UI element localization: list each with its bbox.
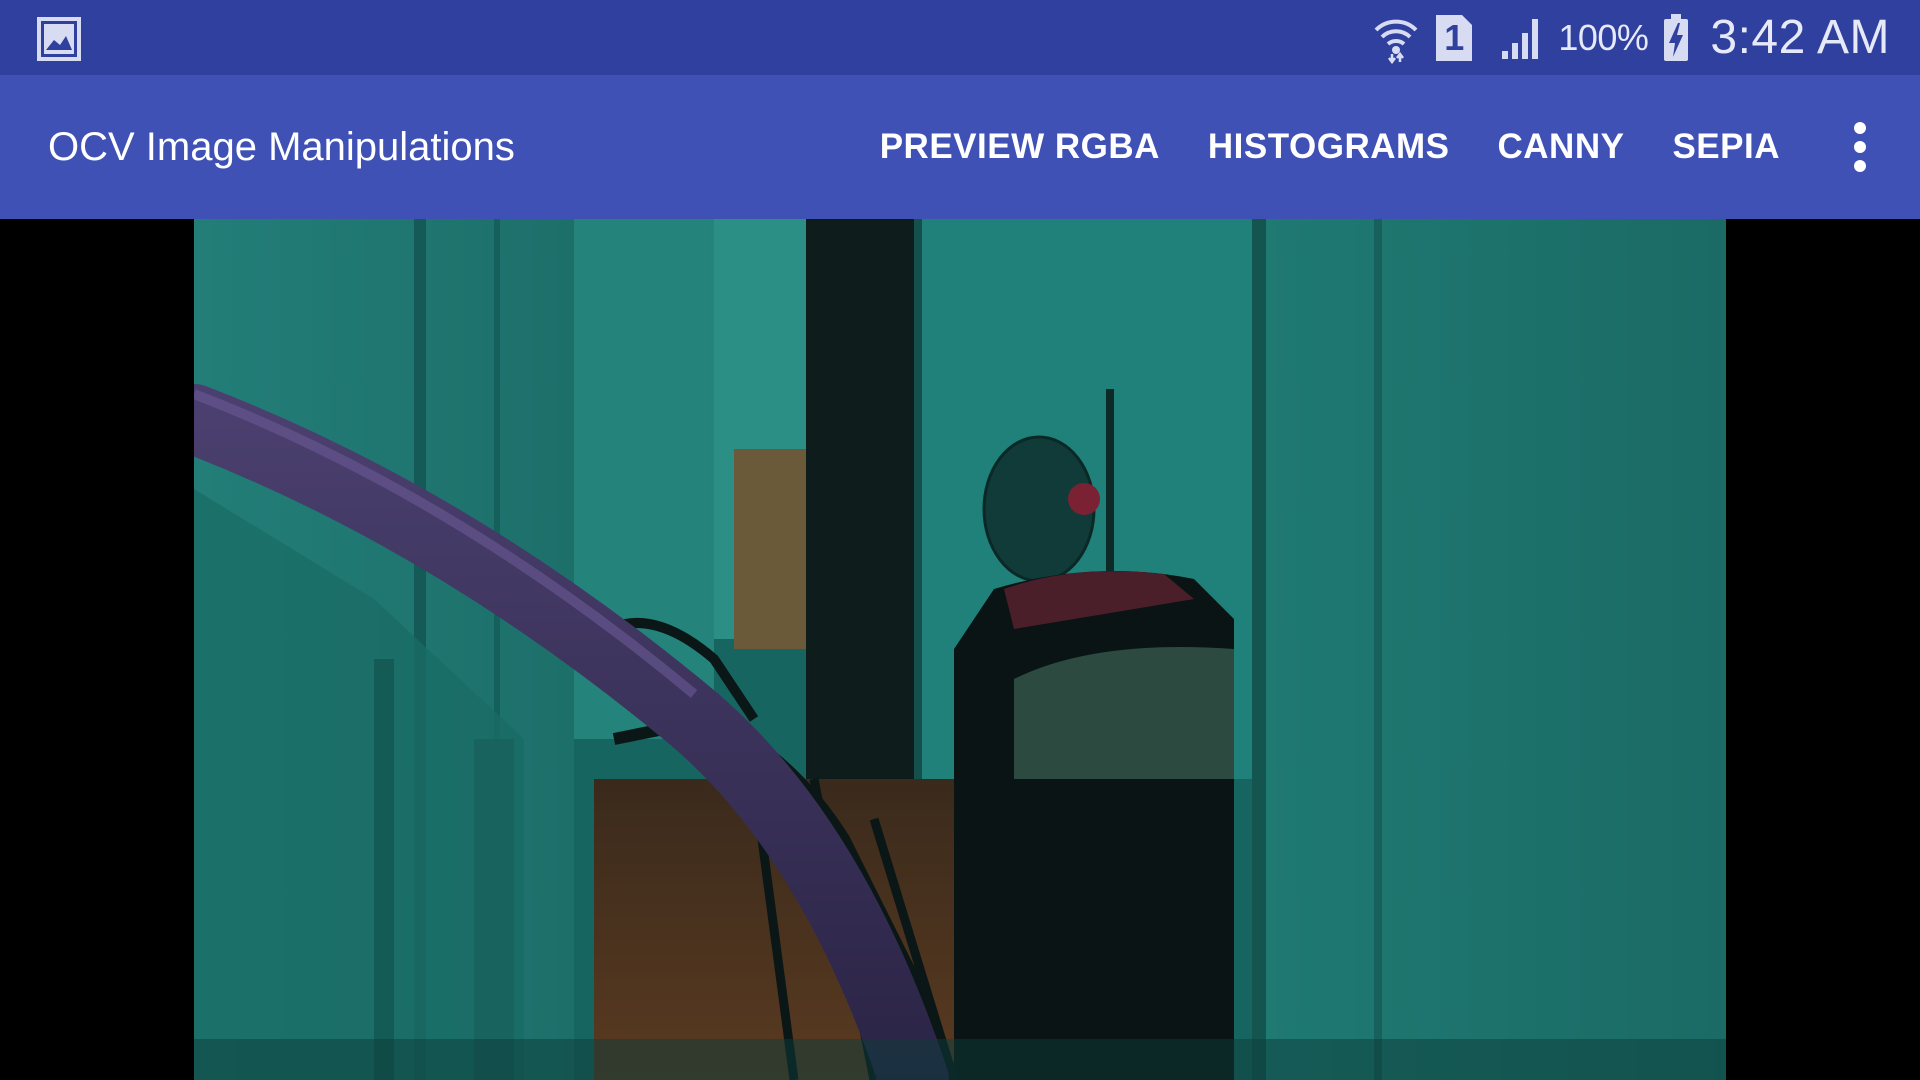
app-bar: OCV Image Manipulations PREVIEW RGBA HIS… bbox=[0, 75, 1920, 219]
camera-preview-area bbox=[0, 219, 1920, 1080]
histograms-button[interactable]: HISTOGRAMS bbox=[1208, 127, 1450, 167]
sim-1-icon: 1 bbox=[1434, 13, 1474, 63]
camera-scene bbox=[194, 219, 1726, 1080]
preview-rgba-button[interactable]: PREVIEW RGBA bbox=[880, 127, 1160, 167]
camera-preview[interactable] bbox=[194, 219, 1726, 1080]
status-bar: 1 100% 3:42 AM bbox=[0, 0, 1920, 75]
more-vert-icon[interactable] bbox=[1832, 119, 1888, 175]
signal-icon bbox=[1500, 15, 1544, 61]
sim-number: 1 bbox=[1444, 16, 1465, 58]
canny-button[interactable]: CANNY bbox=[1498, 127, 1625, 167]
battery-percentage: 100% bbox=[1558, 16, 1649, 58]
action-menu: PREVIEW RGBA HISTOGRAMS CANNY SEPIA bbox=[880, 75, 1780, 219]
gallery-icon bbox=[36, 16, 82, 62]
sepia-button[interactable]: SEPIA bbox=[1672, 127, 1780, 167]
status-icons: 1 100% 3:42 AM bbox=[1372, 0, 1890, 75]
wifi-icon bbox=[1372, 12, 1420, 64]
battery-charging-icon bbox=[1662, 13, 1690, 63]
clock: 3:42 AM bbox=[1710, 11, 1890, 64]
app-title: OCV Image Manipulations bbox=[48, 124, 515, 169]
